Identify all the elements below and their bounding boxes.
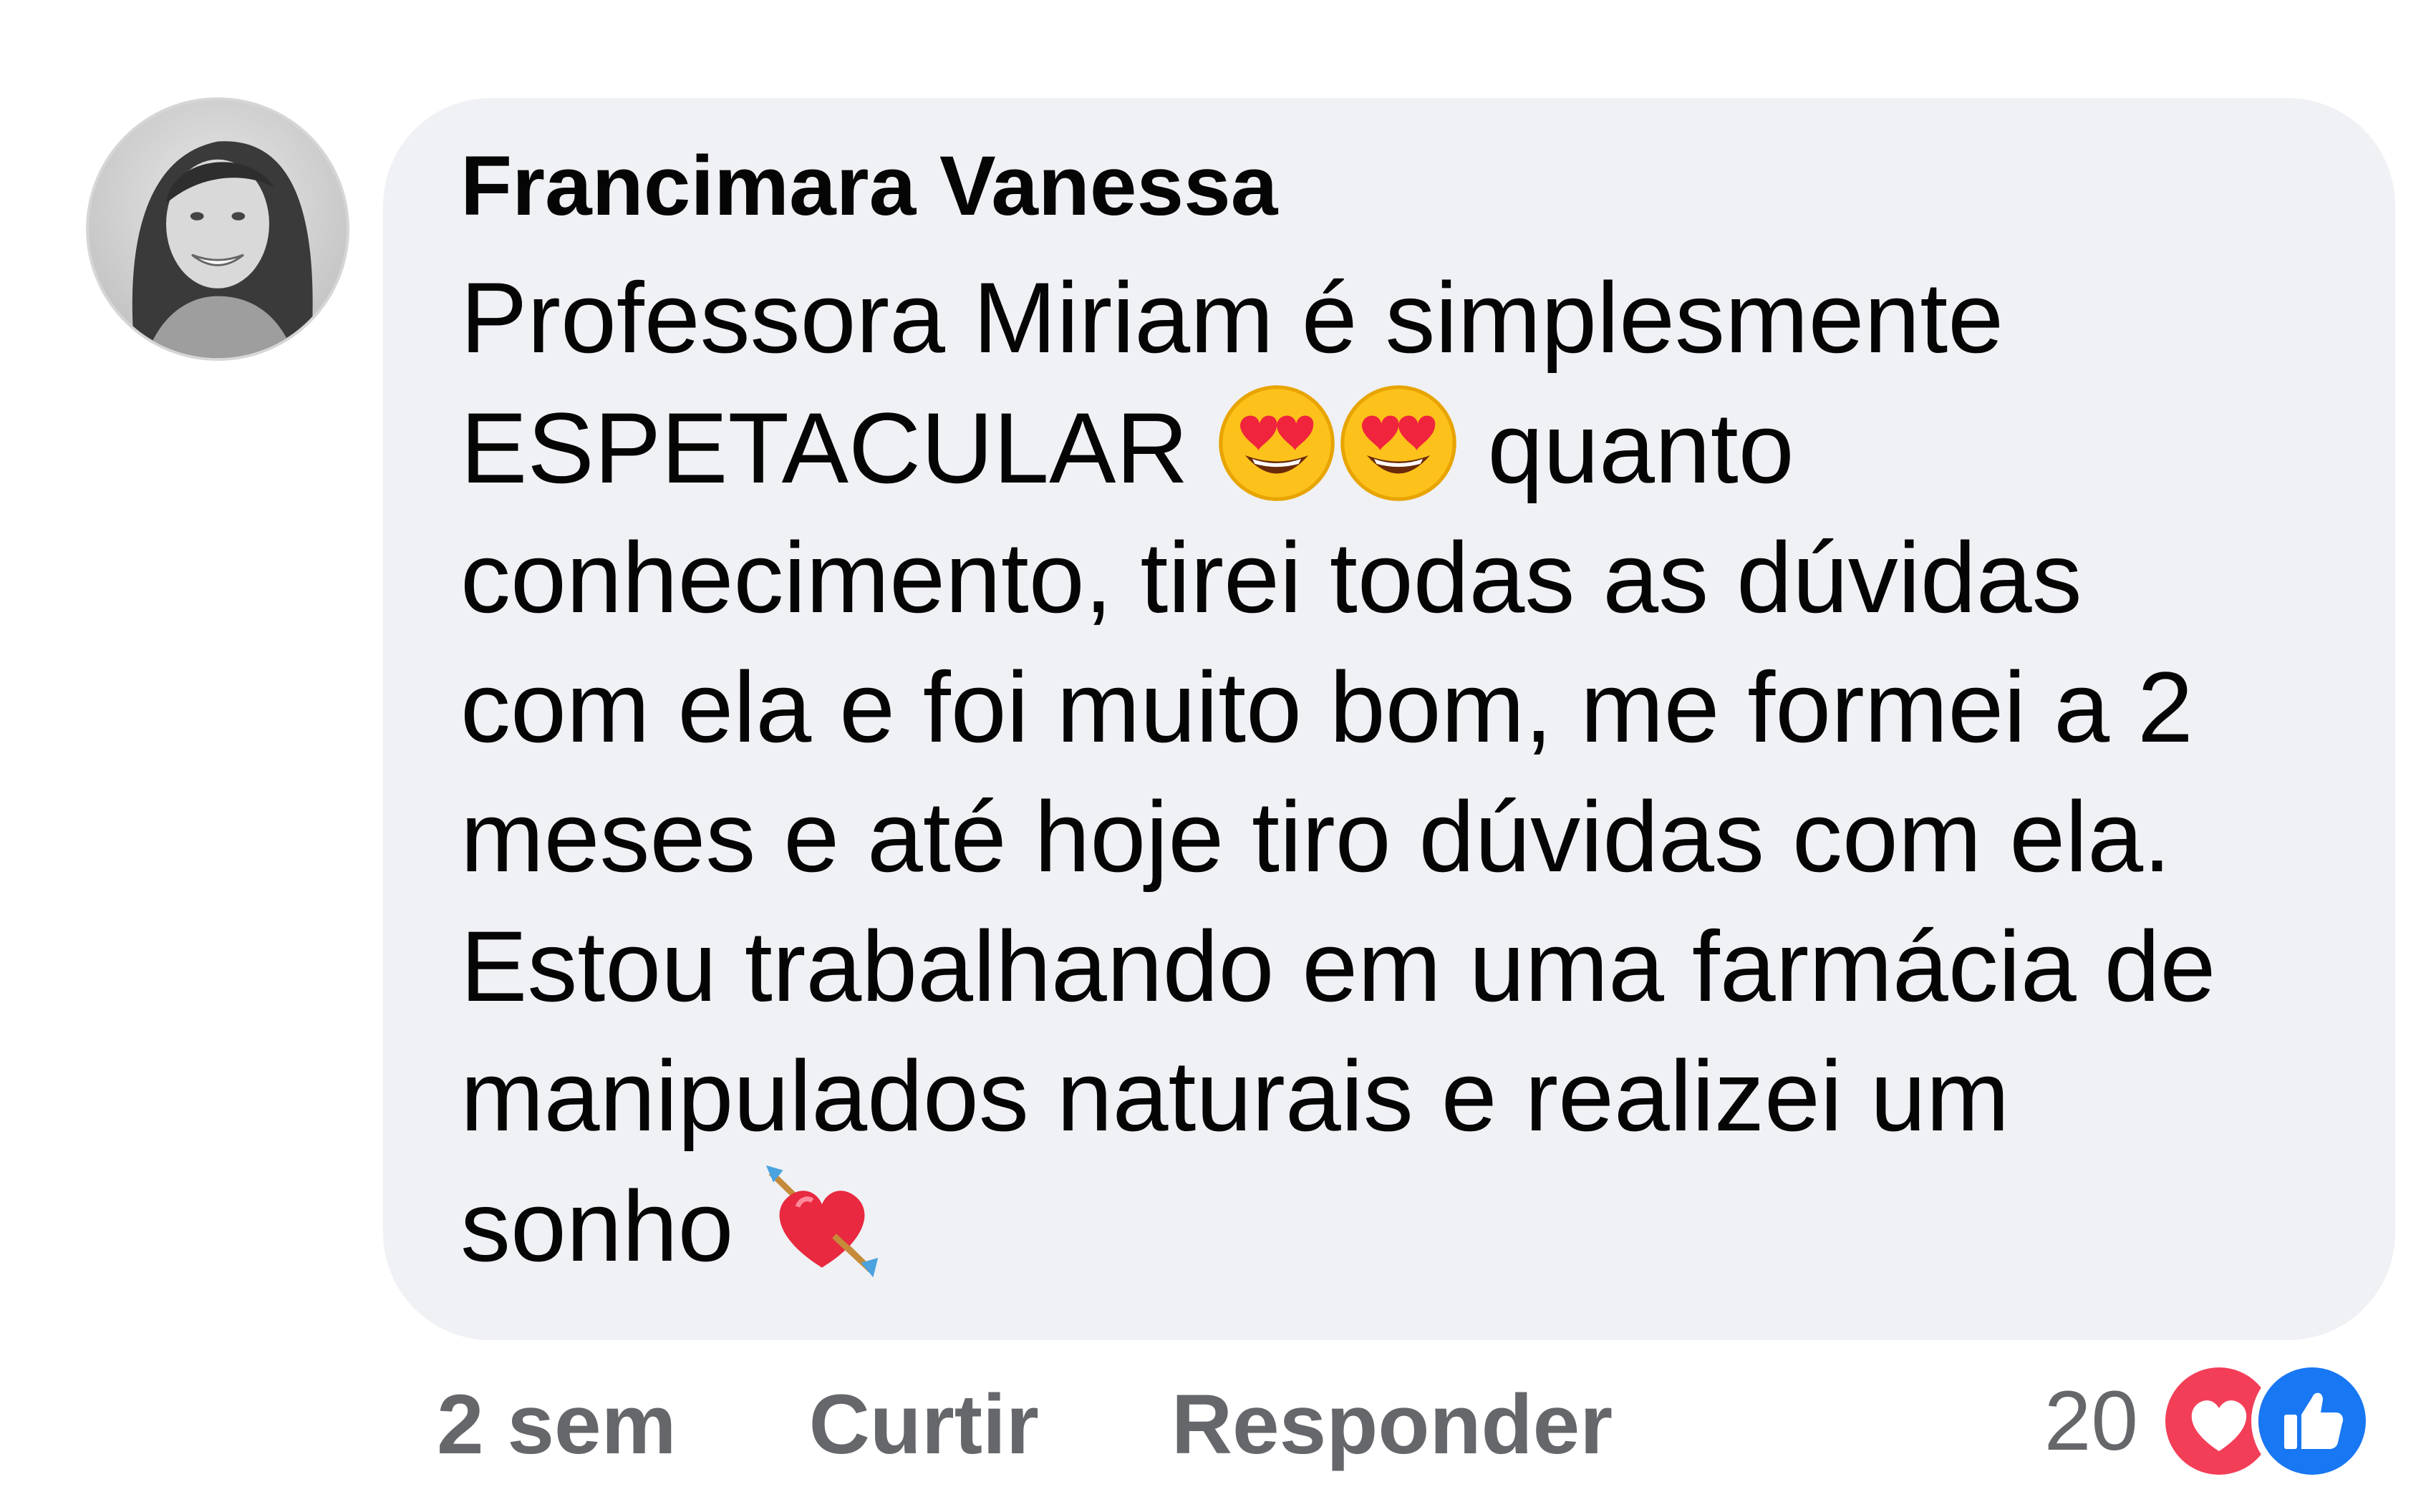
comment-line-text: meses e até hoje tiro dúvidas com ela. — [460, 780, 2172, 893]
comment-line-text: manipulados naturais e realizei um — [460, 1040, 2010, 1152]
comment-text: Professora Miriam é simplesmente ESPETAC… — [460, 253, 2324, 1291]
comment-timestamp[interactable]: 2 sem — [437, 1376, 677, 1473]
comment-line-text: conhecimento, tirei todas as dúvidas — [460, 521, 2082, 634]
comment-line: conhecimento, tirei todas as dúvidas — [460, 513, 2324, 642]
author-name[interactable]: Francimara Vanessa — [460, 132, 2324, 240]
like-reaction-icon — [2251, 1360, 2373, 1482]
comment-line-suffix: quanto — [1487, 392, 1794, 504]
reaction-count: 20 — [2044, 1374, 2138, 1468]
avatar[interactable] — [89, 100, 347, 358]
comment-line-text: Professora Miriam é simplesmente — [460, 261, 2004, 374]
comment-line: ESPETACULAR quanto — [460, 382, 2324, 513]
comment: Francimara Vanessa Professora Miriam é s… — [0, 0, 2436, 1512]
like-button[interactable]: Curtir — [809, 1376, 1039, 1473]
comment-line: manipulados naturais e realizei um — [460, 1031, 2324, 1160]
comment-line: com ela e foi muito bom, me formei a 2 — [460, 642, 2324, 772]
comment-line-text: com ela e foi muito bom, me formei a 2 — [460, 651, 2193, 763]
comment-bubble: Francimara Vanessa Professora Miriam é s… — [383, 98, 2395, 1340]
comment-actions: 2 sem Curtir Responder — [437, 1364, 1745, 1486]
heart-with-arrow-emoji-icon — [761, 1160, 883, 1282]
heart-eyes-emoji-icon — [1216, 382, 1338, 504]
comment-line-text: sonho — [460, 1170, 734, 1282]
reaction-summary[interactable]: 20 — [2044, 1357, 2373, 1486]
comment-line-text: ESPETACULAR — [460, 392, 1189, 504]
avatar-photo — [89, 100, 347, 358]
comment-line: Professora Miriam é simplesmente — [460, 253, 2324, 382]
heart-eyes-emoji-icon — [1338, 382, 1459, 504]
comment-line-text: Estou trabalhando em uma farmácia de — [460, 910, 2216, 1022]
reply-button[interactable]: Responder — [1171, 1376, 1613, 1473]
comment-line: Estou trabalhando em uma farmácia de — [460, 901, 2324, 1031]
comment-line: sonho — [460, 1160, 2324, 1291]
comment-line: meses e até hoje tiro dúvidas com ela. — [460, 772, 2324, 901]
